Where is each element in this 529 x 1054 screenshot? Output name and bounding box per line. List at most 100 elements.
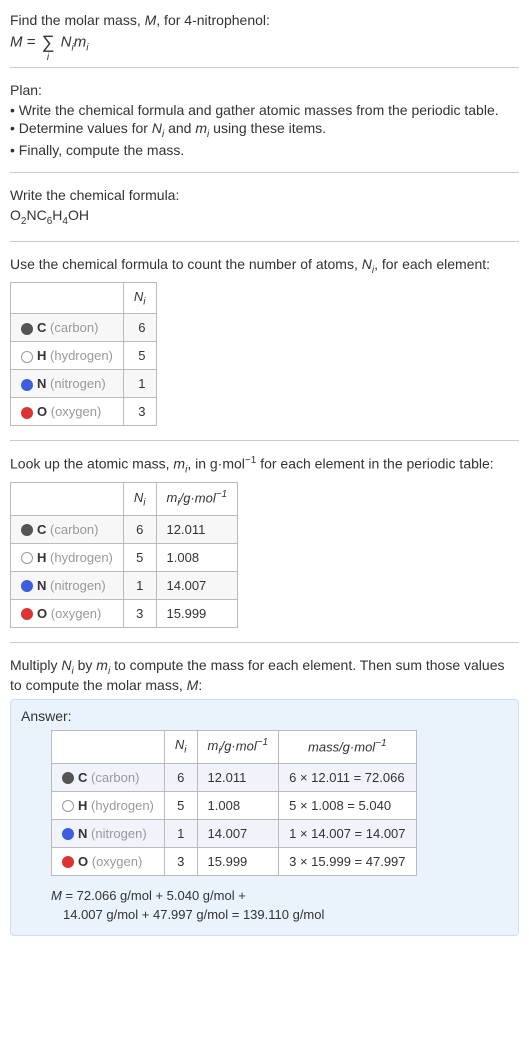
elem-sym: C (37, 320, 46, 335)
intro-M: M (145, 12, 157, 28)
table-row: O (oxygen) 3 (11, 398, 157, 426)
intro-prefix: Find the molar mass, (10, 12, 145, 28)
m-cell: 15.999 (197, 847, 279, 875)
elem-name: (oxygen) (92, 854, 143, 869)
table-row: N (nitrogen) 1 14.007 (11, 571, 238, 599)
element-cell: N (nitrogen) (11, 571, 124, 599)
elem-sym: O (37, 404, 47, 419)
nitrogen-swatch-icon (21, 379, 33, 391)
chem-OHo: O (68, 207, 79, 223)
n-cell: 3 (123, 398, 156, 426)
mult-M: M (187, 677, 199, 693)
final-line1: = 72.066 g/mol + 5.040 g/mol + (65, 888, 245, 903)
chem-heading: Write the chemical formula: (10, 187, 519, 203)
m-cell: 1.008 (156, 543, 238, 571)
n-cell: 6 (164, 763, 197, 791)
divider (10, 67, 519, 68)
elem-name: (oxygen) (51, 404, 102, 419)
hydrogen-swatch-icon (21, 351, 33, 363)
elem-sym: N (37, 376, 46, 391)
elem-sym: N (78, 826, 87, 841)
element-cell: H (hydrogen) (11, 543, 124, 571)
calc-cell: 1 × 14.007 = 14.007 (279, 819, 416, 847)
header-mi: mi/g·mol−1 (197, 730, 279, 763)
plan2-N: N (152, 120, 162, 136)
elem-sym: O (78, 854, 88, 869)
formula-m: m (74, 33, 87, 50)
divider (10, 440, 519, 441)
element-cell: O (oxygen) (52, 847, 165, 875)
sigma-index: i (47, 52, 49, 63)
m-cell: 12.011 (156, 515, 238, 543)
molar-mass-formula: M = ∑i Nimi (10, 32, 519, 53)
n-cell: 1 (123, 571, 156, 599)
final-line2: 14.007 g/mol + 47.997 g/mol = 139.110 g/… (63, 907, 324, 922)
carbon-swatch-icon (21, 323, 33, 335)
calc-cell: 6 × 12.011 = 72.066 (279, 763, 416, 791)
blank-header (11, 282, 124, 314)
answer-heading: Answer: (21, 708, 508, 724)
mult-prefix: Multiply (10, 657, 61, 673)
answer-box: Answer: Ni mi/g·mol−1 mass/g·mol−1 C (ca… (10, 699, 519, 936)
element-cell: N (nitrogen) (11, 370, 124, 398)
mult-by: by (74, 657, 97, 673)
intro-suffix: , for 4-nitrophenol: (156, 12, 270, 28)
element-cell: C (carbon) (52, 763, 165, 791)
plan-heading: Plan: (10, 82, 519, 98)
count-N: N (362, 256, 372, 272)
table-row: H (hydrogen) 5 1.008 (11, 543, 238, 571)
chem-H: H (52, 207, 62, 223)
divider (10, 241, 519, 242)
header-Ni: Ni (123, 482, 156, 515)
element-cell: O (oxygen) (11, 599, 124, 627)
mult-m: m (96, 657, 108, 673)
divider (10, 172, 519, 173)
intro-line: Find the molar mass, M, for 4-nitropheno… (10, 12, 519, 28)
mass-prefix: Look up the atomic mass, (10, 456, 173, 472)
elem-name: (nitrogen) (91, 826, 147, 841)
elem-sym: N (37, 578, 46, 593)
count-prefix: Use the chemical formula to count the nu… (10, 256, 362, 272)
oxygen-swatch-icon (21, 407, 33, 419)
element-cell: C (carbon) (11, 515, 124, 543)
divider (10, 642, 519, 643)
n-cell: 1 (164, 819, 197, 847)
formula-N: N (61, 33, 72, 50)
table-row: N (nitrogen) 1 (11, 370, 157, 398)
n-cell: 6 (123, 314, 156, 342)
hydrogen-swatch-icon (21, 552, 33, 564)
nitrogen-swatch-icon (21, 580, 33, 592)
count-table: Ni C (carbon) 6 H (hydrogen) 5 N (nitrog… (10, 282, 157, 427)
table-header-row: Ni mi/g·mol−1 (11, 482, 238, 515)
m-cell: 12.011 (197, 763, 279, 791)
chem-N: N (26, 207, 36, 223)
mass-heading: Look up the atomic mass, mi, in g·mol−1 … (10, 455, 519, 475)
formula-eq: = (23, 33, 40, 50)
elem-name: (hydrogen) (50, 550, 113, 565)
blank-header (11, 482, 124, 515)
elem-name: (carbon) (50, 320, 98, 335)
carbon-swatch-icon (62, 772, 74, 784)
mass-m: m (173, 456, 185, 472)
table-row: O (oxygen) 3 15.999 3 × 15.999 = 47.997 (52, 847, 417, 875)
plan2-suffix: using these items. (209, 120, 326, 136)
table-row: O (oxygen) 3 15.999 (11, 599, 238, 627)
chem-OHh: H (79, 207, 89, 223)
sigma-icon: ∑ (42, 32, 55, 52)
elem-name: (carbon) (91, 770, 139, 785)
elem-sym: O (37, 606, 47, 621)
answer-table: Ni mi/g·mol−1 mass/g·mol−1 C (carbon) 6 … (51, 730, 417, 876)
blank-header (52, 730, 165, 763)
plan2-m: m (195, 120, 207, 136)
oxygen-swatch-icon (62, 856, 74, 868)
n-cell: 5 (164, 791, 197, 819)
final-computation: M = 72.066 g/mol + 5.040 g/mol + 14.007 … (51, 886, 508, 925)
mass-suffix: for each element in the periodic table: (256, 456, 493, 472)
calc-cell: 5 × 1.008 = 5.040 (279, 791, 416, 819)
table-row: H (hydrogen) 5 (11, 342, 157, 370)
plan-bullet-2: • Determine values for Ni and mi using t… (10, 120, 519, 140)
plan2-and: and (164, 120, 195, 136)
elem-sym: H (37, 550, 46, 565)
plan-bullet-1: • Write the chemical formula and gather … (10, 102, 519, 118)
nitrogen-swatch-icon (62, 828, 74, 840)
